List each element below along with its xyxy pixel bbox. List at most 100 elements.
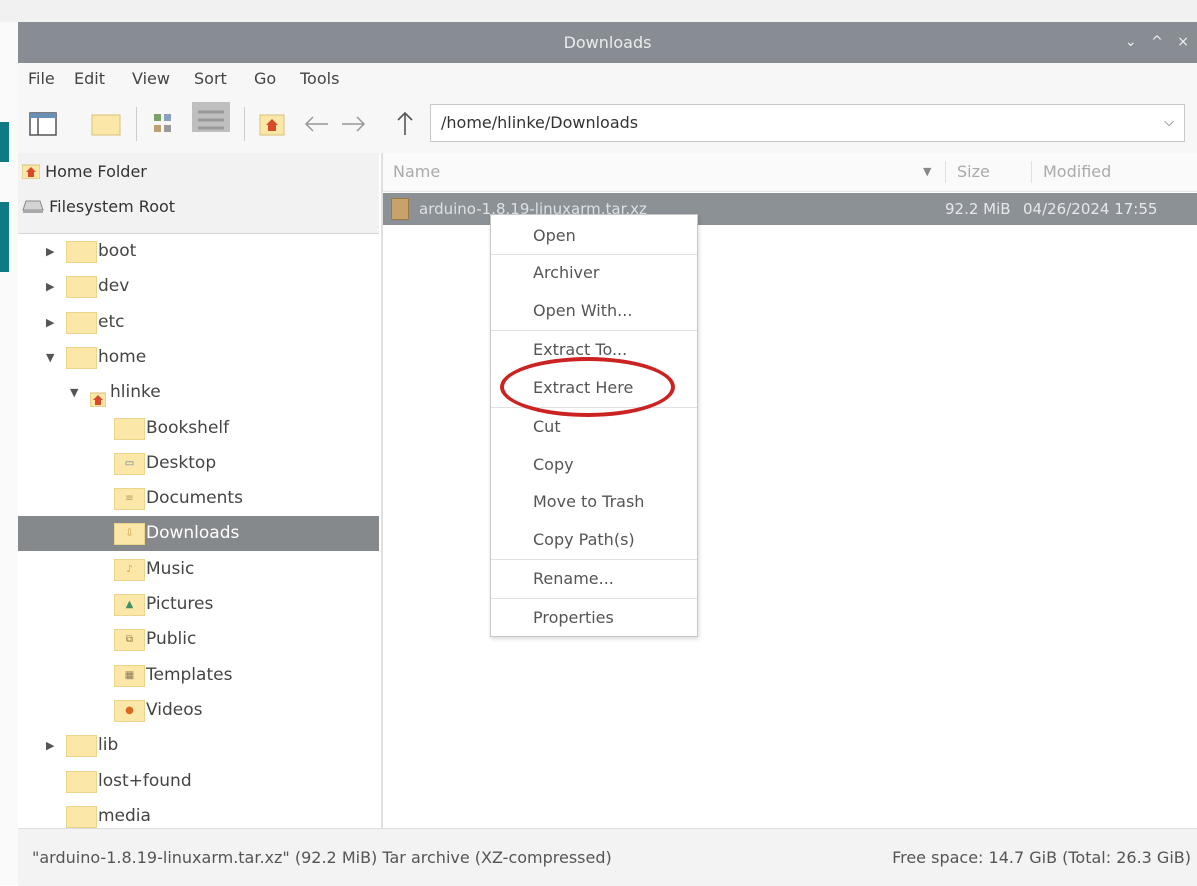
up-arrow-icon[interactable]: [392, 109, 418, 139]
chevron-right-icon[interactable]: ▶: [46, 269, 54, 304]
menu-item-copy-paths[interactable]: Copy Path(s): [491, 521, 697, 559]
menu-item-open[interactable]: Open: [491, 217, 697, 255]
tree-item[interactable]: ▦ Templates: [18, 658, 379, 693]
chevron-right-icon[interactable]: ▶: [46, 234, 54, 269]
drive-icon: [22, 200, 44, 213]
tree-item[interactable]: ⧉ Public: [18, 622, 379, 657]
public-icon: ⧉: [125, 634, 134, 646]
home-icon[interactable]: [258, 109, 286, 139]
tree-item-label: Desktop: [146, 452, 217, 473]
tree-item[interactable]: ⇩ Downloads: [18, 516, 379, 552]
tree-item[interactable]: ● Videos: [18, 693, 379, 728]
tree-item-label: Public: [146, 629, 197, 650]
menu-item-open-with[interactable]: Open With...: [491, 292, 697, 330]
tree-item-label: lib: [98, 735, 119, 756]
desktop-icon: ▭: [124, 457, 135, 469]
folder-icon: ≡: [114, 488, 145, 511]
folder-icon: ▦: [114, 664, 145, 687]
folder-icon: [66, 735, 97, 758]
tree-item[interactable]: ≡ Documents: [18, 481, 379, 516]
title-bar[interactable]: Downloads ⌄ ^ ×: [18, 22, 1197, 63]
tree-item-label: dev: [98, 276, 130, 297]
menu-item-move-to-trash[interactable]: Move to Trash: [491, 483, 697, 521]
menu-sort[interactable]: Sort: [194, 69, 227, 88]
menu-tools[interactable]: Tools: [300, 69, 339, 88]
tree-item-label: home: [98, 346, 147, 367]
sort-down-icon[interactable]: ▼: [923, 153, 931, 191]
chevron-down-icon[interactable]: ⌵: [1164, 105, 1174, 141]
menu-file[interactable]: File: [28, 69, 55, 88]
column-size[interactable]: Size: [957, 153, 990, 191]
tree-item-label: Bookshelf: [146, 417, 230, 438]
window-controls: ⌄ ^ ×: [1115, 22, 1189, 63]
maximize-icon[interactable]: ^: [1151, 34, 1163, 50]
menu-item-properties[interactable]: Properties: [491, 599, 697, 637]
status-free-space: Free space: 14.7 GiB (Total: 26.3 GiB): [892, 848, 1191, 867]
music-icon: ♪: [126, 563, 133, 575]
tree-item-label: Documents: [146, 488, 243, 509]
menu-item-archiver[interactable]: Archiver: [491, 254, 697, 292]
tree-item-label: boot: [98, 241, 137, 261]
folder-icon: [114, 417, 145, 440]
tree-item-label: Templates: [146, 664, 233, 685]
chevron-down-icon[interactable]: ▼: [70, 375, 78, 410]
new-tab-icon[interactable]: [90, 109, 122, 139]
folder-icon: ♪: [114, 558, 145, 581]
minimize-icon[interactable]: ⌄: [1125, 34, 1137, 50]
desktop-edge-icon: [0, 202, 9, 272]
videos-icon: ●: [125, 704, 134, 716]
place-home-folder[interactable]: Home Folder: [21, 158, 147, 186]
back-arrow-icon[interactable]: [300, 109, 332, 139]
menu-edit[interactable]: Edit: [74, 69, 105, 88]
folder-icon: ⧉: [114, 629, 145, 652]
tree-item[interactable]: ▭ Desktop: [18, 446, 379, 481]
folder-icon: ⇩: [114, 523, 145, 546]
tree-item[interactable]: ▶ lib: [18, 728, 379, 763]
column-name[interactable]: Name: [393, 153, 440, 191]
background-window-strip: [0, 0, 1197, 22]
path-text: /home/hlinke/Downloads: [441, 113, 639, 132]
place-filesystem-root[interactable]: Filesystem Root: [22, 193, 175, 221]
toolbar-divider: [136, 107, 137, 141]
chevron-right-icon[interactable]: ▶: [46, 728, 54, 763]
close-icon[interactable]: ×: [1177, 34, 1189, 50]
folder-icon: ●: [114, 699, 145, 722]
tree-item[interactable]: ▶ etc: [18, 305, 379, 340]
menu-bar: File Edit View Sort Go Tools: [18, 63, 1197, 95]
menu-item-copy[interactable]: Copy: [491, 446, 697, 484]
tree-item-label: Music: [146, 558, 195, 579]
tree-item[interactable]: ▶ boot: [18, 234, 379, 269]
folder-icon: [66, 311, 97, 334]
places-panel: Home Folder Filesystem Root: [18, 153, 379, 234]
folder-icon: [66, 770, 97, 793]
window-title: Downloads: [563, 33, 652, 52]
column-modified[interactable]: Modified: [1043, 153, 1111, 191]
forward-arrow-icon[interactable]: [338, 109, 370, 139]
menu-go[interactable]: Go: [254, 69, 276, 88]
menu-item-rename[interactable]: Rename...: [491, 560, 697, 598]
tree-item[interactable]: lost+found: [18, 764, 379, 799]
chevron-right-icon[interactable]: ▶: [46, 305, 54, 340]
folder-icon: [66, 346, 97, 369]
highlight-circle: [500, 357, 675, 417]
desktop-edge: [0, 22, 18, 885]
list-view-icon[interactable]: [192, 102, 230, 132]
column-divider: [945, 161, 946, 183]
path-input[interactable]: /home/hlinke/Downloads ⌵: [430, 104, 1185, 142]
tree-item[interactable]: ▼ home: [18, 340, 379, 375]
menu-view[interactable]: View: [132, 69, 170, 88]
status-file-info: "arduino-1.8.19-linuxarm.tar.xz" (92.2 M…: [32, 848, 612, 867]
tree-item[interactable]: ▶ dev: [18, 269, 379, 304]
templates-icon: ▦: [124, 669, 135, 681]
icon-view-icon[interactable]: [150, 109, 176, 139]
tree-item-label: etc: [98, 311, 125, 332]
tree-item[interactable]: Bookshelf: [18, 411, 379, 446]
downloads-icon: ⇩: [125, 528, 134, 540]
tree-item[interactable]: ▲ Pictures: [18, 587, 379, 622]
folder-icon: [66, 805, 97, 828]
column-divider: [1031, 161, 1032, 183]
tree-item[interactable]: ♪ Music: [18, 552, 379, 587]
new-window-icon[interactable]: [28, 109, 58, 139]
tree-item[interactable]: ▼ hlinke: [18, 375, 379, 410]
chevron-down-icon[interactable]: ▼: [46, 340, 54, 375]
